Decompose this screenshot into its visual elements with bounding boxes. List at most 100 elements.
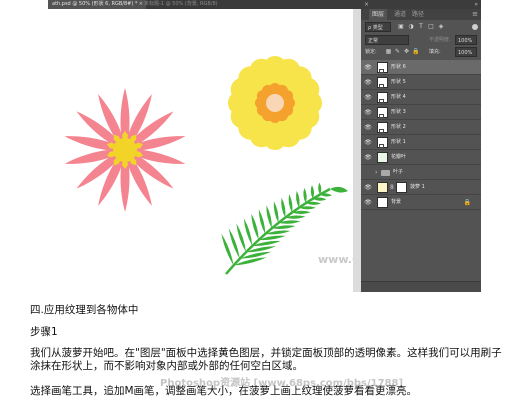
shape-layer-badge-icon — [379, 114, 384, 118]
smart-object-filter-icon[interactable]: ◈ — [437, 23, 445, 31]
layer-mask-thumbnail[interactable] — [396, 182, 407, 193]
type-filter-icon[interactable]: T — [417, 23, 425, 31]
layer-row[interactable]: 👁 形状 2 — [361, 120, 481, 135]
shape-layer-badge-icon — [379, 84, 384, 88]
layer-name: 形状 5 — [391, 79, 406, 85]
leaf-frond — [296, 190, 300, 208]
leaf-frond — [258, 209, 266, 234]
layer-thumbnail — [377, 182, 388, 193]
artwork — [64, 56, 348, 275]
tab-channels[interactable]: 通道 — [391, 9, 409, 20]
leaf-frond — [281, 197, 286, 218]
blend-mode-select[interactable]: 正常 — [365, 35, 409, 45]
panel-menu-icon[interactable]: ≡ — [472, 9, 478, 20]
eye-icon[interactable]: 👁 — [364, 199, 372, 206]
layer-row[interactable]: 👁 花瓣叶 — [361, 150, 481, 165]
layer-name: 形状 3 — [391, 109, 406, 115]
fill-input[interactable]: 100% — [455, 47, 477, 57]
layer-name: 花瓣叶 — [391, 154, 407, 160]
layer-name: 形状 2 — [391, 124, 406, 130]
layer-thumbnail — [377, 197, 388, 208]
panel-tabs: 图层 通道 路径 ≡ — [361, 9, 481, 20]
layer-thumbnail — [377, 152, 388, 163]
leaf-frond — [288, 194, 293, 213]
document-canvas[interactable]: www.68ps.com — [48, 9, 411, 292]
eye-icon[interactable]: 👁 — [364, 154, 372, 161]
canvas-scrollbar[interactable] — [353, 9, 361, 292]
leaf-frond — [310, 185, 315, 199]
eye-icon[interactable]: 👁 — [364, 124, 372, 131]
layer-row[interactable]: 👁 形状 1 — [361, 135, 481, 150]
layer-name: 菠萝 1 — [410, 184, 425, 190]
shape-layer-badge-icon — [379, 129, 384, 133]
shape-filter-icon[interactable]: □ — [427, 23, 435, 31]
folder-icon — [381, 170, 390, 176]
layer-list: 👁 形状 6 👁 形状 5 👁 形状 4 👁 形状 3 👁 形状 2 👁 形状 … — [361, 60, 481, 210]
panel-title-bar: × » — [361, 0, 481, 9]
lock-position-icon[interactable]: ✥ — [403, 47, 410, 57]
leaf-frond — [266, 205, 272, 229]
chain-link-icon[interactable]: 8 — [390, 183, 394, 192]
eye-icon[interactable]: 👁 — [364, 184, 372, 191]
leaf-frond — [303, 187, 307, 204]
document-tab-label: ath.psd @ 50% (形状 6, RGB/8#) * — [52, 1, 138, 7]
layer-row[interactable]: 👁 背景 🔒 — [361, 195, 481, 210]
paragraph: 我们从菠萝开始吧。在"图层"面板中选择黄色图层，并锁定面板顶部的透明像素。这样我… — [30, 347, 502, 372]
panel-footer — [361, 281, 481, 292]
section-heading: 四.应用纹理到各物体中 — [30, 304, 139, 316]
tab-paths[interactable]: 路径 — [409, 9, 427, 20]
opacity-input[interactable]: 100% — [455, 35, 477, 45]
fill-label: 填充: — [429, 49, 441, 55]
layer-name: 形状 1 — [391, 139, 406, 145]
leaf-frond — [273, 201, 279, 223]
layer-row[interactable]: 👁 形状 3 — [361, 105, 481, 120]
lock-all-icon[interactable]: 🔒 — [412, 47, 419, 57]
leaf-frond — [236, 223, 246, 253]
lock-transparency-icon[interactable]: ▦ — [385, 47, 392, 57]
eye-icon[interactable]: 👁 — [364, 64, 372, 71]
eye-icon[interactable]: 👁 — [364, 79, 372, 86]
layer-row[interactable]: 👁 8 菠萝 1 — [361, 180, 481, 195]
document-tab-inactive[interactable]: 未标题-1 @ 50% (背景, RGB/8) — [140, 0, 243, 9]
adjustment-filter-icon[interactable]: ◑ — [407, 23, 415, 31]
step-title: 步骤1 — [30, 326, 58, 338]
paragraph: 选择画笔工具，追加M画笔，调整画笔大小，在菠萝上画上纹理使菠萝看看更漂亮。 — [30, 385, 418, 397]
lock-row: 锁定: ▦ ✎ ✥ 🔒 填充: 100% — [363, 47, 479, 58]
opacity-label: 不透明度: — [429, 37, 451, 43]
close-icon[interactable]: × — [364, 0, 369, 9]
layer-name: 形状 6 — [391, 64, 406, 70]
layer-row[interactable]: 👁 形状 6 — [361, 60, 481, 75]
layer-name: 背景 — [391, 199, 402, 205]
leaf-frond — [251, 213, 259, 240]
document-tab-bar: ath.psd @ 50% (形状 6, RGB/8#) * × 未标题-1 @… — [48, 0, 361, 9]
eye-icon[interactable]: 👁 — [364, 109, 372, 116]
lock-label: 锁定: — [365, 49, 377, 55]
eye-icon[interactable]: 👁 — [364, 94, 372, 101]
yellow-flower-shape — [228, 56, 322, 150]
filter-kind-select[interactable]: ρ 类型 — [365, 22, 391, 32]
layer-row[interactable]: 👁 形状 5 — [361, 75, 481, 90]
peach-center — [266, 94, 284, 112]
lock-icon: 🔒 — [463, 199, 471, 206]
layers-panel: × » 图层 通道 路径 ≡ ρ 类型 ▣ ◑ T □ ◈ 正常 不透明度: 1… — [361, 0, 481, 292]
expand-icon[interactable]: » — [474, 0, 478, 9]
layer-group-row[interactable]: › 叶子 — [361, 165, 481, 180]
shape-layer-badge-icon — [379, 144, 384, 148]
pink-flower-shape — [64, 88, 186, 212]
layer-row[interactable]: 👁 形状 4 — [361, 90, 481, 105]
eye-icon[interactable]: 👁 — [364, 139, 372, 146]
image-filter-icon[interactable]: ▣ — [397, 23, 405, 31]
tab-layers[interactable]: 图层 — [369, 9, 388, 20]
chevron-right-icon[interactable]: › — [375, 165, 377, 180]
blend-row: 正常 不透明度: 100% — [363, 35, 479, 46]
document-tab-active[interactable]: ath.psd @ 50% (形状 6, RGB/8#) * × — [48, 0, 146, 9]
document-tab-label: 未标题-1 @ 50% (背景, RGB/8) — [144, 1, 218, 7]
layer-name: 形状 4 — [391, 94, 406, 100]
photoshop-screenshot: ath.psd @ 50% (形状 6, RGB/8#) * × 未标题-1 @… — [48, 0, 481, 292]
shape-layer-badge-icon — [379, 99, 384, 103]
leaf-frond — [243, 218, 253, 246]
lock-image-icon[interactable]: ✎ — [394, 47, 401, 57]
layer-filter-row: ρ 类型 ▣ ◑ T □ ◈ — [363, 22, 479, 33]
filter-toggle[interactable] — [472, 24, 478, 30]
leaf-tip — [330, 186, 348, 193]
